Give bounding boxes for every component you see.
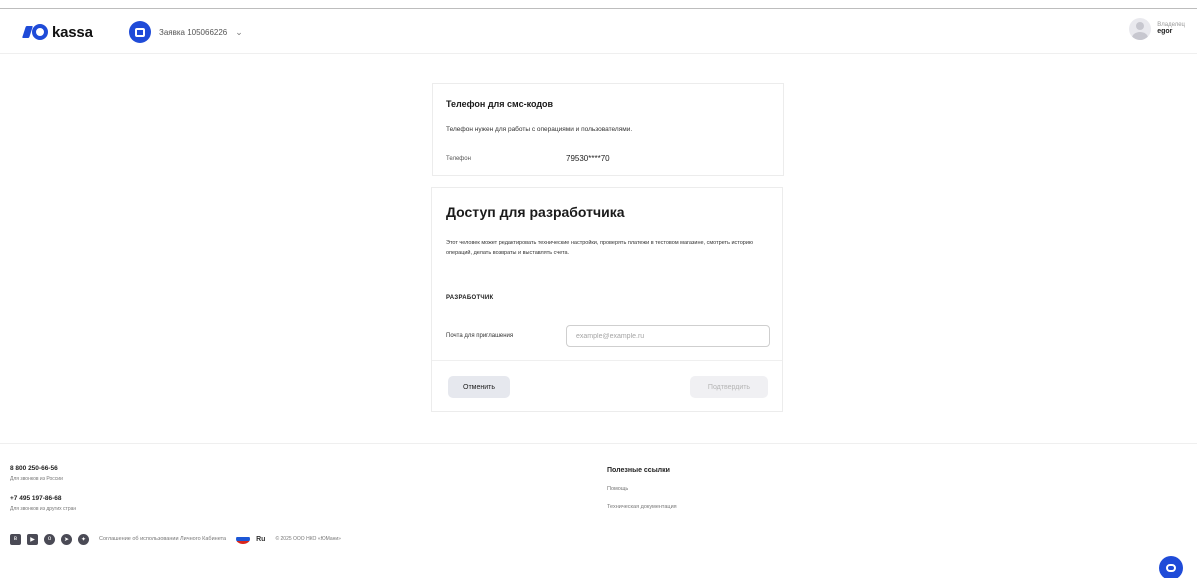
- footer: 8 800 250-66-56 Для звонков из России +7…: [0, 443, 1197, 578]
- kassa-logo[interactable]: kassa: [22, 23, 93, 41]
- developer-access-card: Доступ для разработчика Этот человек мож…: [431, 187, 783, 412]
- developer-section-label: РАЗРАБОТЧИК: [446, 295, 494, 301]
- phone-other[interactable]: +7 495 197-86-68: [10, 495, 62, 502]
- telegram-icon[interactable]: ➤: [61, 533, 72, 545]
- cancel-button[interactable]: Отменить: [448, 376, 510, 398]
- phone-card: Телефон для смс-кодов Телефон нужен для …: [432, 83, 784, 176]
- developer-card-title: Доступ для разработчика: [446, 204, 625, 220]
- user-name: egor: [1157, 28, 1173, 36]
- phone-other-note: Для звонков из других стран: [10, 506, 77, 512]
- chevron-down-icon: ⌄: [235, 26, 243, 37]
- useful-links-title: Полезные ссылки: [607, 467, 670, 474]
- logo-text: kassa: [52, 23, 93, 41]
- browser-top-border: [0, 0, 1197, 9]
- youtube-icon[interactable]: ▶: [27, 533, 38, 545]
- phone-card-title: Телефон для смс-кодов: [446, 99, 554, 109]
- tech-docs-link[interactable]: Техническая документация: [607, 504, 677, 510]
- chat-bubble-icon: [1166, 564, 1176, 572]
- help-link[interactable]: Помощь: [607, 486, 628, 492]
- email-field[interactable]: [566, 325, 770, 347]
- agreement-link[interactable]: Соглашение об использовании Личного Каби…: [99, 536, 226, 542]
- shop-label: Заявка 105066226: [159, 27, 228, 37]
- divider: [432, 360, 782, 361]
- russia-flag-icon: [236, 534, 251, 544]
- phone-russia-note: Для звонков из России: [10, 476, 63, 482]
- avatar: [1129, 18, 1152, 40]
- phone-card-description: Телефон нужен для работы с операциями и …: [446, 126, 633, 133]
- email-field-label: Почта для приглашения: [446, 333, 514, 339]
- phone-value: 79530****70: [566, 154, 610, 163]
- header: kassa Заявка 105066226 ⌄ Владелец egor: [0, 10, 1197, 54]
- chat-support-button[interactable]: [1159, 556, 1183, 578]
- vk-icon[interactable]: в: [10, 533, 21, 545]
- confirm-button[interactable]: Подтвердить: [690, 376, 768, 398]
- language-switch[interactable]: Ru: [256, 536, 265, 543]
- shop-cart-icon: [129, 21, 151, 43]
- copyright: © 2025 ООО НКО «ЮMани»: [275, 536, 341, 542]
- phone-russia[interactable]: 8 800 250-66-56: [10, 465, 58, 472]
- dzen-icon[interactable]: ✦: [78, 533, 89, 545]
- user-menu[interactable]: Владелец egor: [1129, 18, 1185, 40]
- odnoklassniki-icon[interactable]: о: [44, 533, 55, 545]
- footer-bottom-row: в ▶ о ➤ ✦ Соглашение об использовании Ли…: [10, 532, 341, 546]
- logo-mark-icon: [22, 24, 48, 40]
- developer-card-description: Этот человек может редактировать техниче…: [446, 240, 754, 256]
- phone-label: Телефон: [446, 156, 471, 162]
- shop-selector[interactable]: Заявка 105066226 ⌄: [129, 20, 243, 44]
- user-role: Владелец: [1157, 21, 1185, 28]
